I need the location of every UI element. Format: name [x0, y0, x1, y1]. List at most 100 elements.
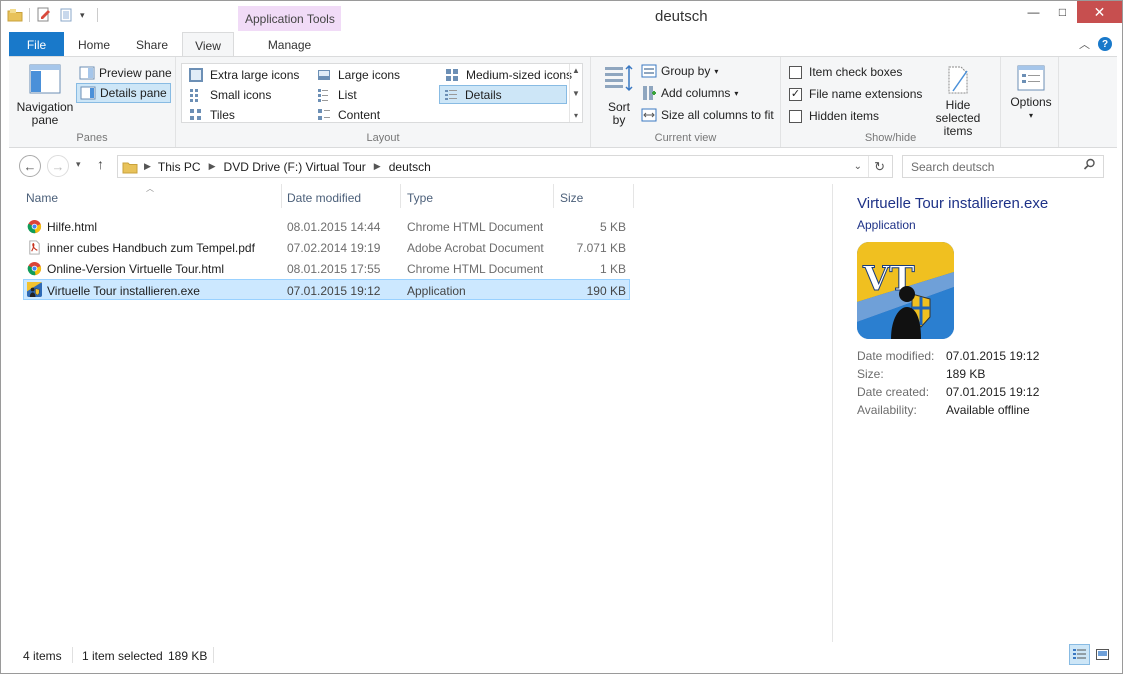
- tab-view[interactable]: View: [182, 32, 234, 57]
- tab-file[interactable]: File: [9, 32, 64, 56]
- breadcrumb-separator-icon[interactable]: ▶: [209, 161, 216, 172]
- address-dropdown-icon[interactable]: ⌄: [854, 161, 862, 172]
- breadcrumb-separator-icon[interactable]: ▶: [374, 161, 381, 172]
- hide-selected-items-button[interactable]: Hide selected items: [921, 65, 995, 138]
- medium-icons-icon: [446, 68, 458, 81]
- search-input[interactable]: Search deutsch: [911, 160, 994, 174]
- new-folder-icon[interactable]: [58, 7, 74, 23]
- options-icon: [1017, 65, 1045, 91]
- group-label-layout: Layout: [366, 132, 400, 144]
- layout-content[interactable]: Content: [313, 105, 380, 124]
- properties-icon[interactable]: [36, 7, 52, 23]
- group-by-button[interactable]: Group by ▾: [641, 63, 718, 79]
- tiles-icon: [190, 108, 201, 120]
- file-name-extensions-toggle[interactable]: ✓ File name extensions: [789, 87, 922, 101]
- explorer-window: ▾ Application Tools deutsch — □ ✕ File H…: [0, 0, 1123, 674]
- help-icon[interactable]: ?: [1098, 37, 1112, 51]
- context-tab-group: Application Tools: [238, 6, 341, 31]
- breadcrumb-deutsch[interactable]: deutsch: [389, 160, 431, 174]
- details-type: Application: [857, 218, 916, 232]
- file-row-selected[interactable]: Virtuelle Tour installieren.exe 07.01.20…: [23, 279, 630, 300]
- group-label-panes: Panes: [76, 132, 108, 144]
- layout-extra-large-icons[interactable]: Extra large icons: [185, 65, 299, 84]
- column-header-date-modified[interactable]: Date modified: [287, 191, 361, 205]
- up-button[interactable]: ↑: [97, 156, 104, 172]
- details-view-button[interactable]: [1069, 644, 1090, 665]
- layout-label: Extra large icons: [210, 67, 300, 82]
- collapse-ribbon-icon[interactable]: ︿: [1079, 36, 1090, 52]
- status-selection-size: 189 KB: [168, 649, 208, 663]
- navigation-pane-button[interactable]: Navigation pane: [13, 63, 77, 127]
- minimize-button[interactable]: —: [1019, 1, 1048, 23]
- layout-gallery: Extra large icons Large icons Medium-siz…: [181, 63, 583, 123]
- breadcrumb-dvd-drive[interactable]: DVD Drive (F:) Virtual Tour: [224, 160, 366, 174]
- column-separator[interactable]: [281, 184, 282, 208]
- column-header-name[interactable]: Name: [26, 191, 58, 205]
- arrow-up-icon: ↑: [97, 156, 104, 172]
- column-header-size[interactable]: Size: [560, 191, 583, 205]
- chevron-down-icon: ▾: [1028, 111, 1033, 120]
- maximize-button[interactable]: □: [1048, 1, 1077, 23]
- file-row[interactable]: inner cubes Handbuch zum Tempel.pdf 07.0…: [23, 237, 630, 258]
- hidden-items-checkbox[interactable]: [789, 109, 802, 123]
- options-button[interactable]: Options ▾: [1006, 63, 1056, 122]
- file-row[interactable]: Hilfe.html 08.01.2015 14:44 Chrome HTML …: [23, 216, 630, 237]
- size-all-columns-button[interactable]: Size all columns to fit: [641, 107, 774, 123]
- hidden-items-toggle[interactable]: Hidden items: [789, 109, 879, 123]
- layout-small-icons[interactable]: Small icons: [185, 85, 271, 104]
- status-bar: 4 items 1 item selected 189 KB: [9, 644, 1117, 668]
- back-button[interactable]: ←: [19, 155, 41, 177]
- forward-button[interactable]: →: [47, 155, 69, 177]
- tab-share[interactable]: Share: [127, 32, 177, 56]
- layout-label: Tiles: [210, 107, 235, 122]
- file-row[interactable]: Online-Version Virtuelle Tour.html 08.01…: [23, 258, 630, 279]
- layout-large-icons[interactable]: Large icons: [313, 65, 400, 84]
- item-check-boxes-toggle[interactable]: Item check boxes: [789, 65, 902, 79]
- add-columns-button[interactable]: Add columns ▾: [641, 85, 738, 101]
- chevron-down-icon: ▾: [734, 88, 739, 98]
- details-title: Virtuelle Tour installieren.exe: [857, 195, 1049, 212]
- folder-icon: [122, 159, 138, 175]
- preview-pane-button[interactable]: Preview pane: [76, 63, 175, 82]
- large-icons-view-button[interactable]: [1092, 644, 1113, 665]
- recent-locations-icon[interactable]: ▾: [76, 159, 81, 170]
- sort-by-button[interactable]: Sort by: [599, 63, 639, 127]
- customize-qat-icon[interactable]: ▾: [80, 10, 85, 21]
- column-separator[interactable]: [633, 184, 634, 208]
- layout-details[interactable]: Details: [439, 85, 567, 104]
- column-separator[interactable]: [553, 184, 554, 208]
- expand-gallery-icon[interactable]: ▾: [574, 111, 578, 120]
- preview-pane-icon: [79, 66, 95, 79]
- file-name-extensions-checkbox[interactable]: ✓: [789, 87, 802, 101]
- layout-label: Medium-sized icons: [466, 67, 573, 82]
- close-button[interactable]: ✕: [1077, 1, 1122, 23]
- scroll-down-icon[interactable]: ▼: [572, 89, 580, 98]
- column-separator[interactable]: [400, 184, 401, 208]
- detail-label: Date modified:: [857, 349, 935, 363]
- file-size: 5 KB: [599, 220, 626, 234]
- tab-home[interactable]: Home: [69, 32, 119, 56]
- large-icons-icon: [318, 69, 330, 80]
- search-icon[interactable]: [1083, 158, 1096, 174]
- pdf-icon: [29, 240, 40, 255]
- item-check-boxes-checkbox[interactable]: [789, 65, 802, 79]
- detail-value: Available offline: [946, 403, 1030, 417]
- details-view-icon: [1073, 649, 1086, 659]
- tab-manage[interactable]: Manage: [238, 32, 341, 56]
- search-box[interactable]: Search deutsch: [902, 155, 1104, 178]
- app-thumbnail: VT: [857, 242, 954, 339]
- column-header-type[interactable]: Type: [407, 191, 433, 205]
- breadcrumb-this-pc[interactable]: This PC: [158, 160, 201, 174]
- layout-gallery-scroller[interactable]: ▲ ▼ ▾: [569, 64, 582, 122]
- address-bar[interactable]: ▶ This PC ▶ DVD Drive (F:) Virtual Tour …: [117, 155, 893, 178]
- layout-tiles[interactable]: Tiles: [185, 105, 235, 124]
- scroll-up-icon[interactable]: ▲: [572, 66, 580, 75]
- folder-icon[interactable]: [7, 7, 23, 23]
- layout-medium-icons[interactable]: Medium-sized icons: [441, 65, 572, 84]
- breadcrumb-separator-icon[interactable]: ▶: [144, 161, 151, 172]
- details-pane-button[interactable]: Details pane: [76, 83, 171, 103]
- refresh-icon[interactable]: ↻: [874, 159, 885, 175]
- layout-list[interactable]: List: [313, 85, 357, 104]
- group-label-show-hide: Show/hide: [864, 132, 917, 144]
- file-date: 08.01.2015 14:44: [287, 220, 381, 234]
